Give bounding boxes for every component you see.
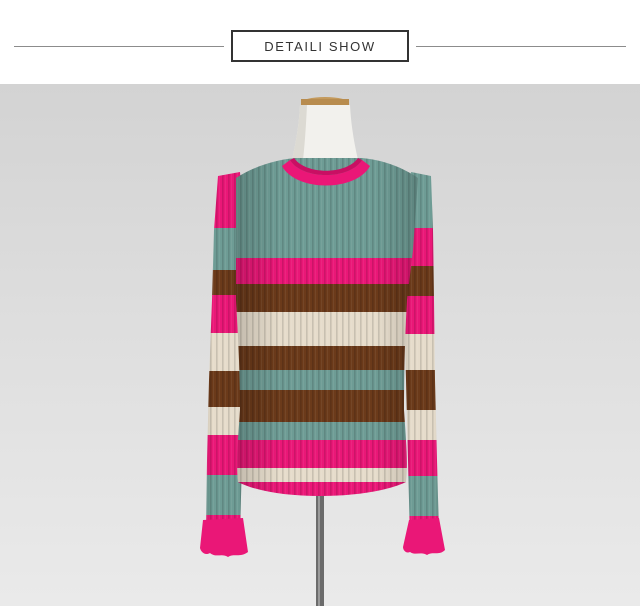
product-detail-page: DETAILI SHOW: [0, 0, 640, 606]
left-cuff-ruffle: [200, 518, 248, 557]
section-title: DETAILI SHOW: [264, 38, 376, 54]
product-photo: [0, 84, 640, 606]
right-cuff-ruffle: [403, 518, 445, 555]
section-header: DETAILI SHOW: [0, 0, 640, 84]
product-photo-illustration: [0, 84, 640, 606]
section-title-box: DETAILI SHOW: [231, 30, 409, 62]
sweater-body: [236, 158, 418, 496]
header-divider-right: [416, 46, 626, 47]
header-divider-left: [14, 46, 224, 47]
